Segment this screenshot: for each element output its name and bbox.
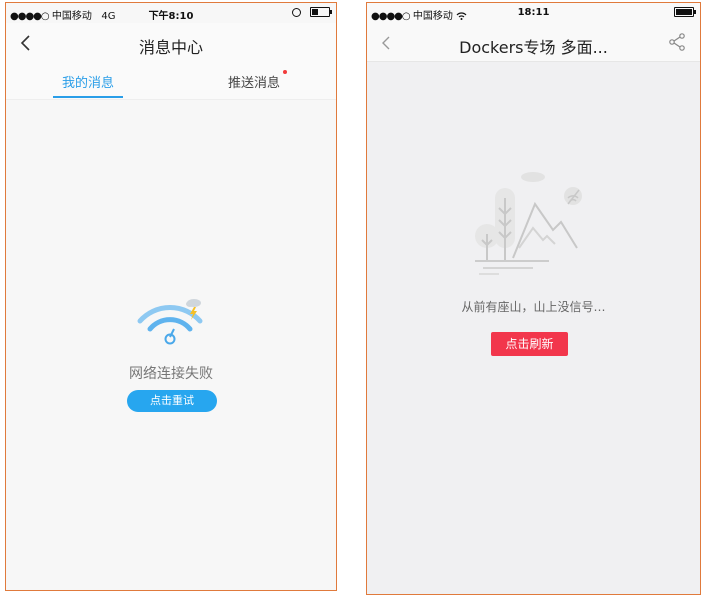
- retry-button[interactable]: 点击重试: [127, 390, 217, 412]
- battery-icon: [674, 7, 696, 17]
- rotation-lock-icon: [291, 7, 301, 17]
- navigation-bar: Dockers专场 多面...: [367, 23, 700, 62]
- page-title: 消息中心: [138, 38, 203, 57]
- active-tab-indicator: [53, 96, 123, 98]
- status-bar: ●●●●○ 中国移动 4G 下午8:10: [6, 3, 336, 23]
- refresh-button[interactable]: 点击刷新: [491, 332, 568, 356]
- message-center-screen: ●●●●○ 中国移动 4G 下午8:10 消息中心 我的消息 推送消息 网络连接…: [5, 2, 337, 591]
- status-time: 18:11: [517, 7, 550, 18]
- mountain-no-signal-illustration: [475, 172, 582, 275]
- status-bar: ●●●●○ 中国移动 18:11: [367, 3, 700, 23]
- wifi-broken-icon: [137, 299, 203, 345]
- topic-page-screen: ●●●●○ 中国移动 18:11 Dockers专场 多面... 从前有座山，山…: [366, 2, 701, 595]
- status-time: 下午8:10: [148, 11, 194, 22]
- page-title: Dockers专场 多面...: [459, 38, 608, 57]
- unread-badge-dot: [283, 70, 287, 74]
- tab-bar: 我的消息 推送消息: [6, 63, 336, 100]
- error-message: 网络连接失败: [129, 366, 213, 382]
- tab-my-messages[interactable]: 我的消息: [62, 72, 114, 91]
- share-icon[interactable]: [668, 33, 686, 51]
- navigation-bar: 消息中心: [6, 23, 336, 63]
- battery-icon: [310, 7, 332, 17]
- tab-push-messages[interactable]: 推送消息: [228, 72, 280, 91]
- empty-state-message: 从前有座山，山上没信号…: [461, 300, 606, 314]
